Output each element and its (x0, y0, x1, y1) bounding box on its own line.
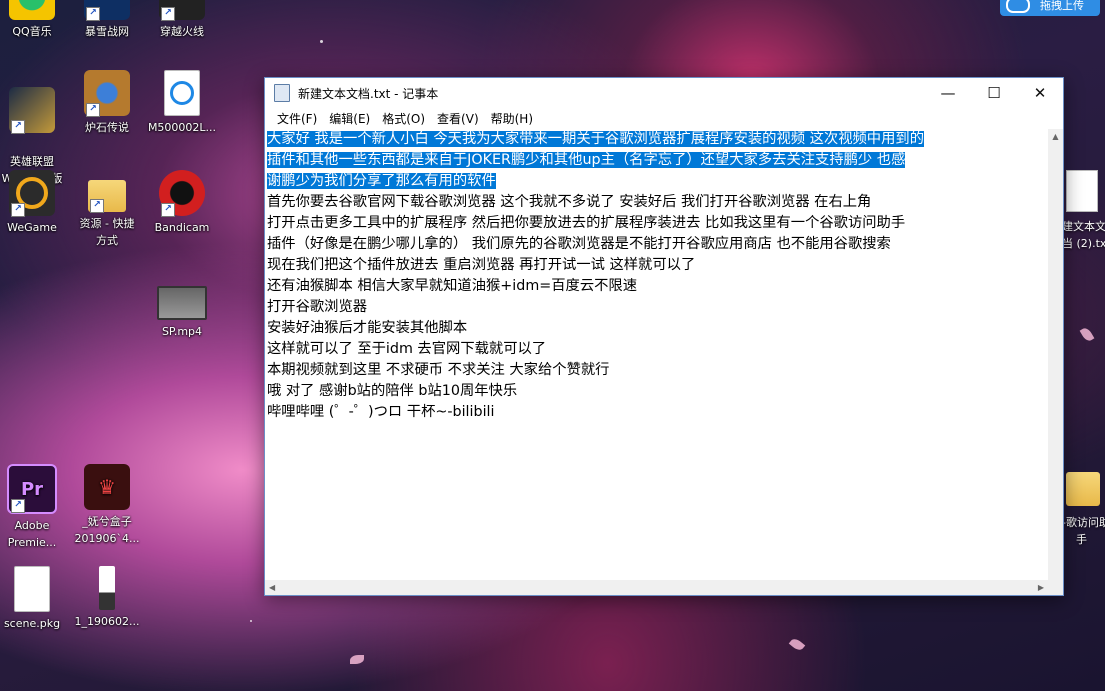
menu-view[interactable]: 查看(V) (431, 110, 485, 127)
pkg-file-icon (14, 566, 50, 612)
text-line: 插件和其他一些东西都是来自于JOKER鹏少和其他up主（名字忘了）还望大家多去关… (266, 150, 1046, 171)
desktop-icon-label: scene.pkg (3, 617, 61, 630)
wallpaper-petal (350, 655, 364, 664)
usb-file-icon (99, 566, 115, 610)
hearthstone-icon: ↗ (84, 70, 130, 117)
desktop-icon-battlenet[interactable]: ↗ 暴雪战网 (67, 0, 147, 40)
selected-text: 谢鹏少为我们分享了那么有用的软件 (267, 173, 496, 189)
menu-format[interactable]: 格式(O) (376, 110, 431, 127)
scroll-right-arrow-icon[interactable]: ▶ (1038, 583, 1044, 592)
folder-shortcut-icon: ↗ (88, 180, 126, 213)
crossfire-icon: ↗ (159, 0, 205, 21)
battlenet-icon: ↗ (84, 0, 130, 21)
selected-text: 大家好 我是一个新人小白 今天我为大家带来一期关于谷歌浏览器扩展程序安装的视频 … (267, 131, 924, 147)
desktop-icon-label: -歌访问助 (1062, 516, 1105, 529)
text-line: 这样就可以了 至于idm 去官网下载就可以了 (267, 341, 547, 357)
box-app-icon: ♛ (84, 464, 130, 510)
video-file-icon (157, 286, 207, 320)
desktop-icon-label: 资源 - 快捷方式 (79, 217, 135, 247)
text-line: 本期视频就到这里 不求硬币 不求关注 大家给个赞就行 (267, 362, 610, 378)
horizontal-scrollbar[interactable]: ◀ ▶ (265, 580, 1048, 595)
wallpaper-star (250, 620, 252, 622)
scroll-up-arrow-icon[interactable]: ▲ (1048, 129, 1063, 144)
text-line: 打开点击更多工具中的扩展程序 然后把你要放进去的扩展程序装进去 比如我这里有一个… (267, 215, 906, 231)
desktop-icon-label: QQ音乐 (12, 25, 52, 38)
qq-music-icon (9, 0, 55, 20)
league-of-legends-icon: ↗ (9, 87, 55, 134)
close-button[interactable]: ✕ (1017, 78, 1063, 108)
desktop-icon-label: SP.mp4 (161, 325, 203, 338)
text-file-icon (1066, 170, 1098, 212)
desktop-icon-label: _妩兮盒子 201906`4... (74, 515, 140, 545)
desktop-icon-label: Adobe Premie... (7, 519, 57, 549)
minimize-button[interactable]: — (925, 78, 971, 108)
menu-bar: 文件(F) 编辑(E) 格式(O) 查看(V) 帮助(H) (265, 108, 1063, 128)
wallpaper-petal (788, 636, 806, 653)
desktop-icon-label: M500002L... (147, 121, 217, 134)
premiere-icon: Pr ↗ (7, 464, 57, 514)
desktop-icon-label: 穿越火线 (160, 25, 204, 38)
wegame-icon: ↗ (9, 170, 55, 217)
wallpaper-star (320, 40, 323, 43)
text-line: 打开谷歌浏览器 (267, 299, 368, 315)
menu-help[interactable]: 帮助(H) (485, 110, 539, 127)
wallpaper-petal (1079, 326, 1095, 343)
text-line: 大家好 我是一个新人小白 今天我为大家带来一期关于谷歌浏览器扩展程序安装的视频 … (266, 129, 1046, 150)
text-line: 谢鹏少为我们分享了那么有用的软件 (266, 171, 1046, 192)
text-line: 安装好油猴后才能安装其他脚本 (267, 320, 468, 336)
desktop-icon-qq-music[interactable]: QQ音乐 (0, 0, 72, 40)
desktop-icon-folder-partial[interactable]: -歌访问助 手 (1062, 468, 1105, 558)
desktop-icon-label: 暴雪战网 (85, 25, 129, 38)
desktop-icon-sp-video[interactable]: SP.mp4 (142, 278, 222, 340)
baidu-upload-button[interactable]: 拖拽上传 (1000, 0, 1100, 16)
text-line: 哔哩哔哩 (゜-゜)つロ 干杯~-bilibili (267, 404, 495, 420)
desktop-icon-hearthstone[interactable]: ↗ 炉石传说 (67, 70, 147, 136)
text-editor[interactable]: 大家好 我是一个新人小白 今天我为大家带来一期关于谷歌浏览器扩展程序安装的视频 … (266, 129, 1046, 579)
scroll-left-arrow-icon[interactable]: ◀ (269, 583, 275, 592)
desktop-icon-usb-file[interactable]: 1_190602... (67, 566, 147, 630)
music-file-icon (164, 70, 200, 116)
desktop-icon-label: 手 (1076, 533, 1087, 546)
baidu-upload-label: 拖拽上传 (1040, 0, 1084, 12)
bandicam-icon: ↗ (159, 170, 205, 217)
desktop-icon-label: 炉石传说 (85, 121, 129, 134)
desktop-icon-music-file[interactable]: M500002L... (142, 70, 222, 136)
menu-file[interactable]: 文件(F) (271, 110, 323, 127)
text-line: 还有油猴脚本 相信大家早就知道油猴+idm=百度云不限速 (267, 278, 638, 294)
selected-text: 插件和其他一些东西都是来自于JOKER鹏少和其他up主（名字忘了）还望大家多去关… (267, 152, 906, 168)
title-bar[interactable]: 新建文本文档.txt - 记事本 — ☐ ✕ (265, 78, 1063, 108)
desktop-icon-label: 当 (2).txt (1062, 237, 1105, 250)
desktop-icon-bandicam[interactable]: ↗ Bandicam (142, 170, 222, 236)
desktop-icon-resource-shortcut[interactable]: ↗ 资源 - 快捷方式 (67, 170, 147, 249)
desktop-icon-box-app[interactable]: ♛ _妩兮盒子 201906`4... (67, 464, 147, 547)
text-line: 现在我们把这个插件放进去 重启浏览器 再打开试一试 这样就可以了 (267, 257, 696, 273)
text-line: 首先你要去谷歌官网下载谷歌浏览器 这个我就不多说了 安装好后 我们打开谷歌浏览器… (267, 194, 872, 210)
desktop-icon-scene-pkg[interactable]: scene.pkg (0, 566, 72, 632)
text-line: 哦 对了 感谢b站的陪伴 b站10周年快乐 (267, 383, 518, 399)
desktop-icon-label: 1_190602... (74, 615, 140, 628)
text-line: 插件（好像是在鹏少哪儿拿的） 我们原先的谷歌浏览器是不能打开谷歌应用商店 也不能… (267, 236, 891, 252)
maximize-button[interactable]: ☐ (971, 78, 1017, 108)
resize-grip[interactable] (1048, 580, 1063, 595)
desktop-icon-crossfire[interactable]: ↗ 穿越火线 (142, 0, 222, 40)
notepad-icon (274, 84, 290, 102)
desktop-icon-text-file-partial[interactable]: 建文本文 当 (2).txt (1062, 166, 1105, 256)
folder-icon (1066, 472, 1100, 506)
menu-edit[interactable]: 编辑(E) (323, 110, 376, 127)
desktop-icon-label: WeGame (7, 221, 57, 234)
window-title: 新建文本文档.txt - 记事本 (298, 86, 439, 101)
desktop-icon-label: Bandicam (154, 221, 210, 234)
notepad-window[interactable]: 新建文本文档.txt - 记事本 — ☐ ✕ 文件(F) 编辑(E) 格式(O)… (264, 77, 1064, 596)
baidu-cloud-icon (1006, 0, 1030, 13)
desktop-icon-wegame[interactable]: ↗ WeGame (0, 170, 72, 236)
desktop-icon-premiere[interactable]: Pr ↗ Adobe Premie... (0, 464, 72, 551)
desktop-icon-label: 建文本文 (1062, 220, 1105, 233)
vertical-scrollbar[interactable]: ▲ (1048, 129, 1063, 580)
